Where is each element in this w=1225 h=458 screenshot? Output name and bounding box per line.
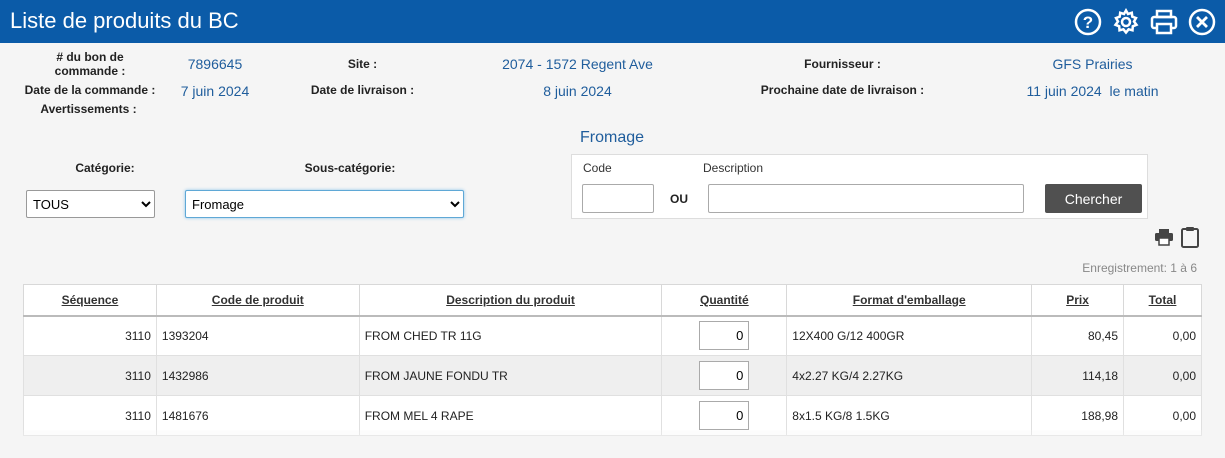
close-icon[interactable] [1187, 7, 1217, 37]
next-delivery-value: 11 juin 2024 le matin [1026, 83, 1159, 99]
column-header-description[interactable]: Description du produit [358, 284, 663, 317]
title-bar: Liste de produits du BC ? [0, 0, 1225, 43]
column-header-format[interactable]: Format d'emballage [786, 284, 1033, 317]
subcategory-title: Fromage [580, 129, 645, 146]
supplier-value: GFS Prairies [1052, 56, 1133, 72]
search-button[interactable]: Chercher [1045, 184, 1142, 213]
page-title: Liste de produits du BC [10, 8, 239, 33]
code-label: Code [583, 161, 612, 175]
description-input[interactable] [708, 184, 1024, 213]
column-header-code[interactable]: Code de produit [155, 284, 360, 317]
format-cell: 4x2.27 KG/4 2.27KG [786, 355, 1033, 396]
column-header-price[interactable]: Prix [1031, 284, 1124, 317]
column-header-sequence[interactable]: Séquence [23, 284, 157, 317]
table-row: 3110 1432986 FROM JAUNE FONDU TR 4x2.27 … [23, 355, 1202, 396]
column-header-quantity[interactable]: Quantité [661, 284, 788, 317]
search-panel: Code Description OU Chercher [571, 154, 1148, 219]
total-cell: 0,00 [1123, 355, 1202, 396]
quantity-cell [661, 355, 788, 396]
price-cell: 80,45 [1031, 315, 1124, 356]
quantity-input[interactable] [699, 401, 750, 430]
column-header-total[interactable]: Total [1123, 284, 1202, 317]
price-cell: 114,18 [1031, 355, 1124, 396]
warnings-label: Avertissements : [40, 102, 137, 116]
subcategory-label: Sous-catégorie: [304, 161, 396, 175]
code-cell: 1432986 [155, 355, 360, 396]
order-date-label: Date de la commande : [24, 83, 156, 97]
help-icon[interactable]: ? [1073, 7, 1103, 37]
order-date-value: 7 juin 2024 [180, 83, 250, 99]
format-cell: 12X400 G/12 400GR [786, 315, 1033, 356]
description-cell: FROM JAUNE FONDU TR [358, 355, 663, 396]
printer-icon[interactable] [1149, 7, 1179, 37]
site-label: Site : [347, 57, 378, 71]
clipboard-icon[interactable] [1179, 226, 1201, 248]
po-number-value: 7896645 [187, 56, 243, 72]
svg-text:?: ? [1083, 13, 1093, 32]
quantity-input[interactable] [699, 321, 750, 351]
delivery-date-label: Date de livraison : [310, 83, 415, 97]
code-cell: 1393204 [155, 315, 360, 356]
subcategory-select[interactable]: Fromage [185, 190, 464, 218]
gear-icon[interactable] [1111, 7, 1141, 37]
quantity-cell [661, 315, 788, 356]
description-label: Description [703, 161, 764, 175]
sequence-cell: 3110 [23, 355, 157, 396]
products-table: Séquence Code de produit Description du … [23, 284, 1202, 436]
total-cell: 0,00 [1123, 315, 1202, 356]
next-delivery-label: Prochaine date de livraison : [760, 83, 925, 97]
category-label: Catégorie: [75, 161, 135, 175]
printer-icon[interactable] [1153, 226, 1175, 248]
scroll-fade [0, 430, 1225, 458]
quantity-input[interactable] [699, 361, 750, 390]
sequence-cell: 3110 [23, 315, 157, 356]
table-row: 3110 1393204 FROM CHED TR 11G 12X400 G/1… [23, 315, 1202, 356]
supplier-label: Fournisseur : [804, 57, 881, 71]
or-label: OU [670, 192, 688, 206]
category-select[interactable]: TOUS [26, 190, 155, 218]
code-input[interactable] [582, 184, 654, 213]
description-cell: FROM CHED TR 11G [358, 315, 663, 356]
po-number-label: # du bon de commande : [54, 50, 126, 78]
site-value: 2074 - 1572 Regent Ave [502, 56, 653, 72]
record-count: Enregistrement: 1 à 6 [1082, 261, 1197, 275]
delivery-date-value: 8 juin 2024 [543, 83, 612, 99]
